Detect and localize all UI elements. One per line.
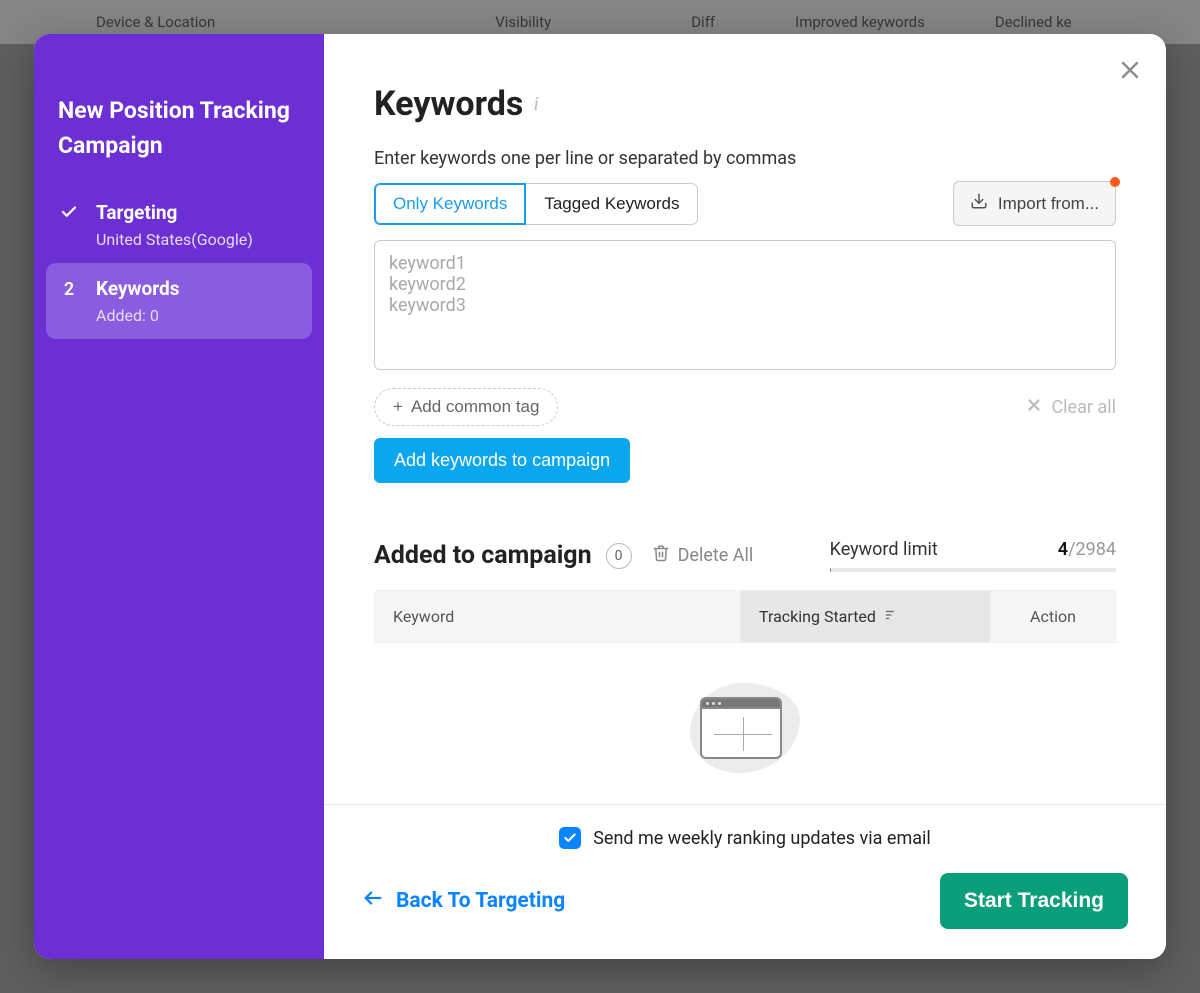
- modal-footer: Send me weekly ranking updates via email…: [324, 804, 1166, 959]
- limit-label: Keyword limit: [830, 539, 938, 560]
- sidebar-title: New Position Tracking Campaign: [46, 94, 312, 187]
- page-title-text: Keywords: [374, 84, 523, 124]
- notification-dot: [1110, 177, 1120, 187]
- close-icon: [1025, 396, 1043, 419]
- keyword-mode-segment: Only Keywords Tagged Keywords: [374, 183, 698, 225]
- check-icon: [60, 201, 78, 221]
- limit-progress-bar: [830, 568, 1116, 572]
- col-tracking-label: Tracking Started: [759, 607, 876, 626]
- import-from-button[interactable]: Import from...: [953, 181, 1116, 226]
- col-tracking-started[interactable]: Tracking Started: [741, 591, 991, 642]
- trash-icon: [652, 544, 670, 567]
- close-button[interactable]: [1118, 58, 1142, 86]
- close-icon: [1118, 67, 1142, 86]
- weekly-updates-checkbox[interactable]: [559, 827, 581, 849]
- input-hint: Enter keywords one per line or separated…: [374, 148, 1116, 169]
- keywords-textarea[interactable]: [374, 240, 1116, 370]
- added-title: Added to campaign: [374, 541, 592, 570]
- empty-state-illustration: [374, 643, 1116, 773]
- modal: New Position Tracking Campaign Targeting…: [34, 34, 1166, 959]
- page-title: Keywords i: [374, 84, 1116, 124]
- tab-tagged-keywords[interactable]: Tagged Keywords: [526, 183, 698, 225]
- back-to-targeting-link[interactable]: Back To Targeting: [362, 887, 565, 915]
- plus-icon: +: [393, 397, 403, 417]
- col-action: Action: [991, 591, 1115, 642]
- step-subtitle: United States(Google): [96, 230, 253, 249]
- keywords-table: Keyword Tracking Started Action: [374, 590, 1116, 643]
- weekly-updates-row: Send me weekly ranking updates via email: [362, 827, 1128, 849]
- add-tag-label: Add common tag: [411, 397, 540, 417]
- limit-max: 2984: [1076, 539, 1116, 560]
- step-targeting[interactable]: Targeting United States(Google): [46, 187, 312, 263]
- download-icon: [970, 192, 988, 215]
- arrow-left-icon: [362, 887, 384, 915]
- col-keyword[interactable]: Keyword: [375, 591, 741, 642]
- step-name: Keywords: [96, 277, 179, 300]
- limit-sep: /: [1068, 539, 1075, 560]
- wizard-sidebar: New Position Tracking Campaign Targeting…: [34, 34, 324, 959]
- delete-all-button[interactable]: Delete All: [652, 544, 754, 567]
- table-header: Keyword Tracking Started Action: [375, 591, 1115, 642]
- tab-only-keywords[interactable]: Only Keywords: [374, 183, 526, 225]
- keyword-limit: Keyword limit 4/2984: [830, 539, 1116, 572]
- add-common-tag-button[interactable]: + Add common tag: [374, 388, 558, 426]
- delete-all-label: Delete All: [678, 545, 754, 566]
- limit-used: 4: [1058, 539, 1068, 560]
- info-icon[interactable]: i: [533, 93, 539, 116]
- step-subtitle: Added: 0: [96, 306, 179, 325]
- back-label: Back To Targeting: [396, 889, 565, 913]
- step-keywords[interactable]: 2 Keywords Added: 0: [46, 263, 312, 339]
- added-count-badge: 0: [606, 543, 632, 569]
- import-label: Import from...: [998, 194, 1099, 214]
- step-number: 2: [60, 277, 78, 300]
- weekly-updates-label: Send me weekly ranking updates via email: [593, 828, 931, 849]
- clear-all-button[interactable]: Clear all: [1025, 396, 1116, 419]
- add-keywords-button[interactable]: Add keywords to campaign: [374, 438, 630, 483]
- modal-main: Keywords i Enter keywords one per line o…: [324, 34, 1166, 959]
- step-name: Targeting: [96, 201, 253, 224]
- start-tracking-button[interactable]: Start Tracking: [940, 873, 1128, 929]
- sort-icon: [884, 607, 898, 626]
- clear-all-label: Clear all: [1051, 397, 1116, 418]
